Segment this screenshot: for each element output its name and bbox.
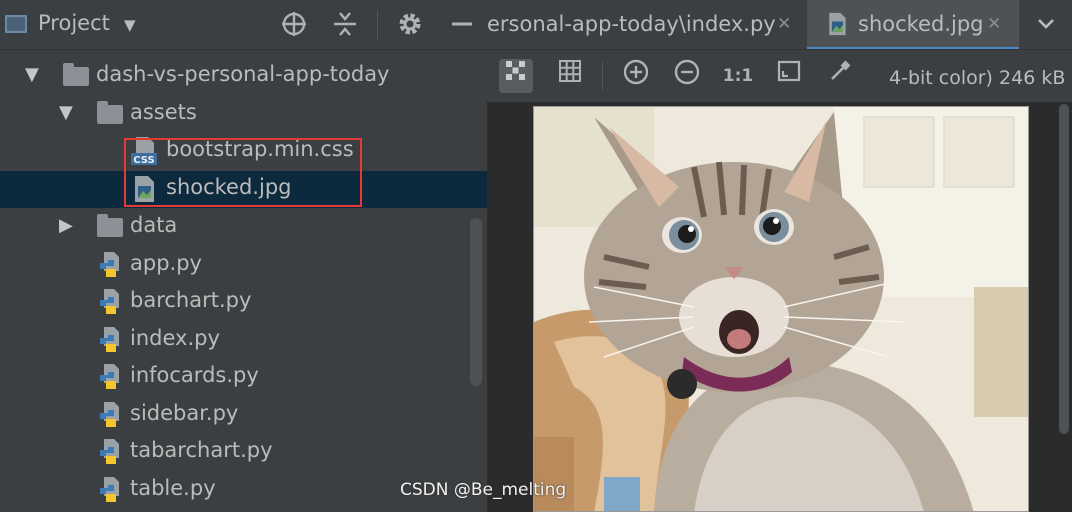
tab-label: shocked.jpg [858,12,984,36]
tree-item-label: dash-vs-personal-app-today [96,62,390,86]
tree-item-label: index.py [130,326,220,350]
project-tree: ▼ dash-vs-personal-app-today ▼ assets CS… [0,50,487,512]
expand-arrow-icon[interactable]: ▼ [25,64,39,85]
zoom-out-icon[interactable] [670,59,704,93]
caret-down-icon[interactable]: ▼ [124,16,136,34]
collapsed-arrow-icon[interactable]: ▶ [59,215,73,236]
project-window-icon [5,15,27,33]
project-title[interactable]: Project [38,11,110,35]
tree-item-label: tabarchart.py [130,438,273,462]
tree-item-py-file[interactable]: infocards.py [0,359,487,396]
close-icon[interactable]: ✕ [987,14,1001,34]
tree-item-py-file[interactable]: index.py [0,322,487,359]
folder-icon [63,63,89,86]
tree-item-data[interactable]: ▶ data [0,209,487,246]
gear-icon[interactable] [396,10,424,38]
tree-item-label: assets [130,100,197,124]
python-file-icon [98,438,122,466]
grid-icon[interactable] [553,59,587,93]
annotation-highlight-box [124,138,362,207]
image-toolbar: 1:1 4-bit color) 246 kB [487,50,1072,102]
chevron-down-icon[interactable] [1035,12,1057,39]
editor-area: ersonal-app-today\index.py ✕ shocked.jpg… [487,0,1072,512]
tree-item-assets[interactable]: ▼ assets [0,96,487,133]
actual-size-button[interactable]: 1:1 [721,59,755,93]
python-file-icon [98,401,122,429]
color-picker-icon[interactable] [823,59,857,93]
tree-item-label: table.py [130,476,216,500]
cat-photo [534,107,1028,511]
project-toolbar: Project ▼ [0,0,487,50]
python-file-icon [98,326,122,354]
tree-item-py-file[interactable]: barchart.py [0,284,487,321]
image-scrollbar[interactable] [1059,104,1069,434]
tree-item-root[interactable]: ▼ dash-vs-personal-app-today [0,58,487,95]
tree-item-label: barchart.py [130,288,252,312]
tree-item-py-file[interactable]: app.py [0,247,487,284]
image-canvas [487,102,1072,512]
tree-item-label: data [130,213,178,237]
toolbar-separator [602,62,603,90]
expand-arrow-icon[interactable]: ▼ [59,102,73,123]
collapse-all-icon[interactable] [331,10,359,38]
python-file-icon [98,476,122,504]
python-file-icon [98,251,122,279]
close-icon[interactable]: ✕ [777,14,791,34]
editor-tabs: ersonal-app-today\index.py ✕ shocked.jpg… [487,0,1072,50]
python-file-icon [98,363,122,391]
folder-icon [97,101,123,124]
tree-item-py-file[interactable]: sidebar.py [0,397,487,434]
minimize-icon[interactable] [448,10,476,38]
python-file-icon [98,288,122,316]
zoom-in-icon[interactable] [619,59,653,93]
project-scrollbar[interactable] [470,218,482,386]
image-file-icon [825,10,853,40]
chessboard-icon[interactable] [499,59,533,93]
project-panel: Project ▼ ▼ dash-vs-personal-app-today ▼… [0,0,487,512]
locate-crosshair-icon[interactable] [280,10,308,38]
tab-shocked-jpg[interactable]: shocked.jpg ✕ [807,0,1019,49]
tree-item-label: app.py [130,251,202,275]
folder-icon [97,214,123,237]
toolbar-separator [377,10,378,40]
tab-label: ersonal-app-today\index.py [487,12,776,36]
tree-item-label: infocards.py [130,363,259,387]
tree-item-py-file[interactable]: tabarchart.py [0,434,487,471]
fit-icon[interactable] [772,59,806,93]
image-info: 4-bit color) 246 kB [889,67,1066,89]
watermark: CSDN @Be_melting [400,480,567,500]
tree-item-label: sidebar.py [130,401,239,425]
ide-window: Project ▼ ▼ dash-vs-personal-app-today ▼… [0,0,1072,512]
tab-index-py[interactable]: ersonal-app-today\index.py ✕ [487,0,805,49]
image-preview [533,106,1029,512]
